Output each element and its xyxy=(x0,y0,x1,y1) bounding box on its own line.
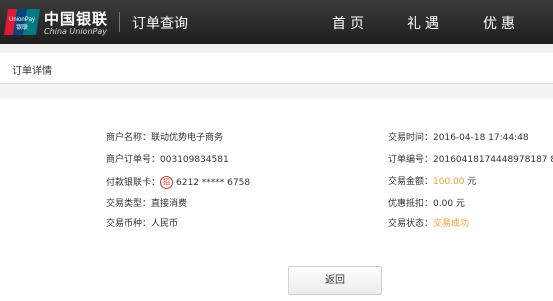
bank-logo-icon: 招 xyxy=(160,176,174,189)
section-title: 订单详情 xyxy=(12,66,52,77)
svg-text:UnionPay: UnionPay xyxy=(9,17,35,23)
type-value: 直接消费 xyxy=(151,199,188,209)
discount-value: 0.00 元 xyxy=(433,199,465,209)
unionpay-logo-icon: UnionPay 银联 xyxy=(4,9,40,35)
order-detail-panel xyxy=(0,98,553,301)
status-row: 交易状态：交易成功 xyxy=(388,218,469,230)
page-title: 订单查询 xyxy=(132,16,188,32)
currency-value: 人民币 xyxy=(151,219,179,229)
amount-value: 100.00 xyxy=(433,177,465,187)
order-no-value: 20160418174448978187 8 xyxy=(433,155,553,165)
amount-unit: 元 xyxy=(467,177,477,187)
type-label: 交易类型： xyxy=(106,199,152,209)
merchant-order-row: 商户订单号：003109834581 xyxy=(106,154,229,166)
brand-name: 中国银联 xyxy=(44,10,109,28)
section-header: 订单详情 xyxy=(0,53,553,84)
card-row: 付款银联卡：招 6212 ***** 6758 xyxy=(106,176,250,189)
nav-home[interactable]: 首页 xyxy=(332,13,368,33)
currency-row: 交易币种：人民币 xyxy=(106,218,178,230)
nav-rewards[interactable]: 礼遇 xyxy=(407,13,443,33)
status-value: 交易成功 xyxy=(433,219,470,229)
order-no-label: 订单编号： xyxy=(388,155,434,165)
time-row: 交易时间：2016-04-18 17:44:48 xyxy=(388,132,529,144)
card-number: 6212 ***** 6758 xyxy=(176,178,251,188)
status-label: 交易状态： xyxy=(388,219,434,229)
discount-row: 优惠抵扣：0.00 元 xyxy=(388,198,465,210)
merchant-name-value: 联动优势电子商务 xyxy=(151,133,224,143)
header-divider xyxy=(119,12,120,32)
merchant-name-label: 商户名称： xyxy=(106,133,152,143)
amount-row: 交易金额：100.00 元 xyxy=(388,176,476,188)
back-button[interactable]: 返回 xyxy=(288,266,382,295)
merchant-order-value: 003109834581 xyxy=(160,155,229,165)
amount-label: 交易金额： xyxy=(388,177,434,187)
time-label: 交易时间： xyxy=(388,133,434,143)
merchant-name-row: 商户名称：联动优势电子商务 xyxy=(106,132,223,144)
nav-offers[interactable]: 优惠 xyxy=(483,13,519,33)
time-value: 2016-04-18 17:44:48 xyxy=(433,133,529,143)
merchant-order-label: 商户订单号： xyxy=(106,155,161,165)
discount-label: 优惠抵扣： xyxy=(388,199,434,209)
order-no-row: 订单编号：20160418174448978187 8 xyxy=(388,154,553,166)
svg-text:银联: 银联 xyxy=(16,23,28,31)
brand-name-en: China UnionPay xyxy=(44,27,107,36)
type-row: 交易类型：直接消费 xyxy=(106,198,187,210)
currency-label: 交易币种： xyxy=(106,219,152,229)
top-bar: UnionPay 银联 中国银联 China UnionPay 订单查询 首页 … xyxy=(0,0,553,44)
card-label: 付款银联卡： xyxy=(106,178,161,188)
